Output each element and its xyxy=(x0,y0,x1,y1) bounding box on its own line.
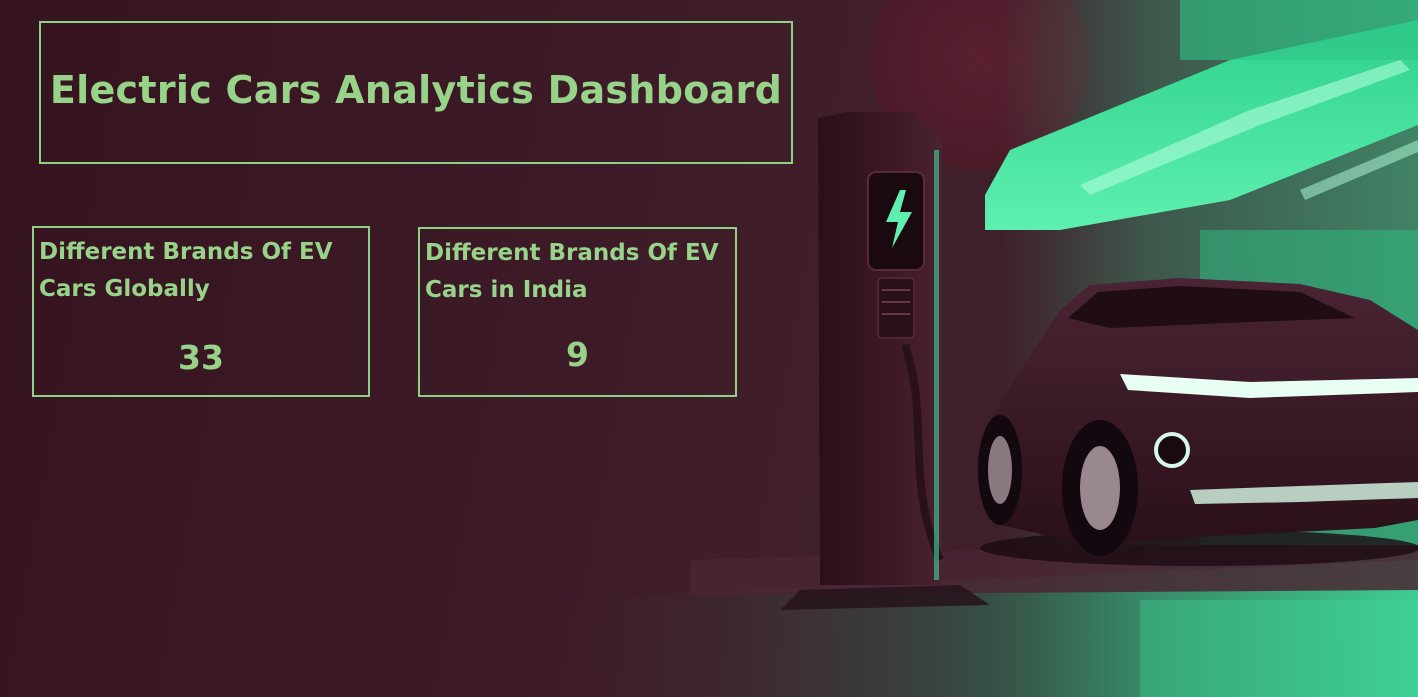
kpi-label: Different Brands Of EV Cars in India xyxy=(425,240,719,303)
charger-edge-light xyxy=(934,150,939,580)
car-foglight xyxy=(1154,432,1190,468)
kpi-value: 33 xyxy=(178,338,224,377)
kpi-card-global-brands: Different Brands Of EV Cars Globally 33 xyxy=(32,226,370,397)
dashboard-canvas: Electric Cars Analytics Dashboard Differ… xyxy=(0,0,1418,697)
charger-grille xyxy=(877,277,915,339)
kpi-label: Different Brands Of EV Cars Globally xyxy=(39,239,333,302)
floor-reflection xyxy=(1140,600,1418,697)
kpi-card-india-brands: Different Brands Of EV Cars in India 9 xyxy=(418,227,737,397)
page-title: Electric Cars Analytics Dashboard xyxy=(49,67,783,112)
dashboard-title-panel: Electric Cars Analytics Dashboard xyxy=(39,21,793,164)
kpi-value: 9 xyxy=(566,335,589,374)
station-wall xyxy=(1180,0,1418,60)
